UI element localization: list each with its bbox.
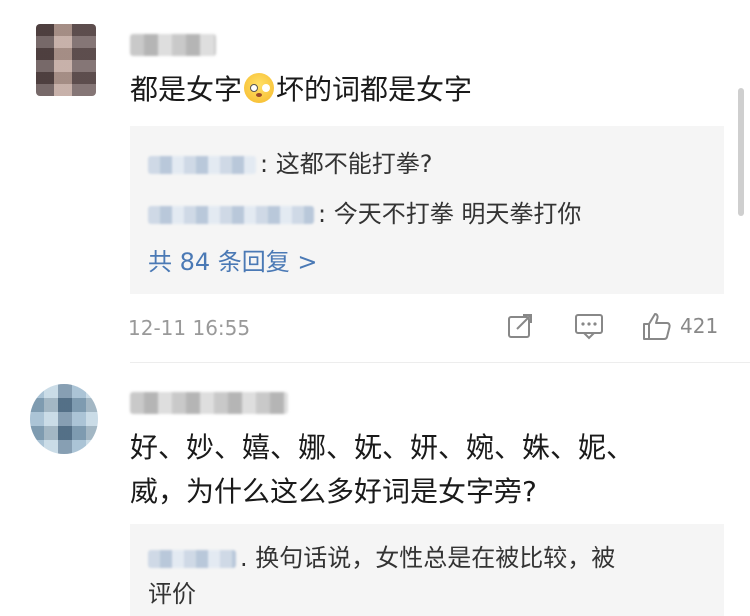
avatar[interactable] [36,24,96,96]
reply-item[interactable]: . 换句话说，女性总是在被比较，被 评价 [148,540,615,612]
thumbs-up-icon [643,313,671,340]
comment-item: 好、妙、嬉、娜、妩、妍、婉、姝、妮、 威，为什么这么多好词是女字旁? . 换句话… [0,364,750,616]
share-button[interactable] [506,312,534,340]
share-icon [508,314,532,338]
divider [130,362,750,363]
like-button[interactable]: 421 [640,310,718,342]
reply-box[interactable]: : 这都不能打拳? : 今天不打拳 明天拳打你 共 84 条回复 > [130,126,724,294]
reply-username[interactable] [148,550,236,568]
comment-content: 好、妙、嬉、娜、妩、妍、婉、姝、妮、 威，为什么这么多好词是女字旁? [130,431,635,508]
comment-icon [575,314,603,340]
like-count: 421 [680,314,719,338]
timestamp: 12-11 16:55 [128,316,251,340]
comment-item: 都是女字 坏的词都是女字 : 这都不能打拳? : 今天不打拳 明天拳打你 共 84… [0,0,750,360]
reply-item[interactable]: : 今天不打拳 明天拳打你 [148,194,581,229]
reply-item[interactable]: : 这都不能打拳? [148,144,432,179]
avatar[interactable] [30,384,98,454]
username[interactable] [130,34,216,56]
more-replies-link[interactable]: 共 84 条回复 > [148,242,318,277]
reply-box[interactable]: . 换句话说，女性总是在被比较，被 评价 [130,524,724,616]
comment-button[interactable] [574,312,604,340]
scrollbar[interactable] [738,88,744,216]
reply-username[interactable] [148,206,314,224]
reply-username[interactable] [148,156,256,174]
flushed-face-icon [244,73,275,103]
username[interactable] [130,392,288,414]
comment-content: 都是女字 坏的词都是女字 [130,73,473,106]
